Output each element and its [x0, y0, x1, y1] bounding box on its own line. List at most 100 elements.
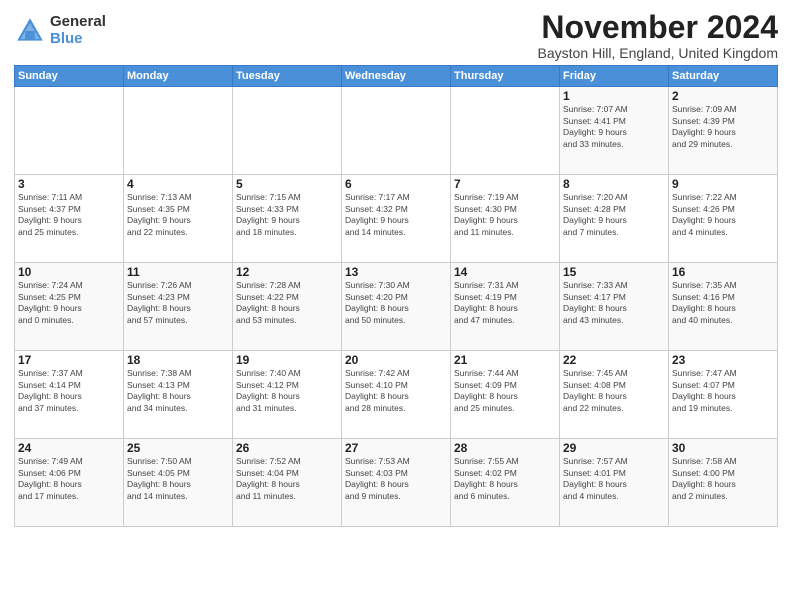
day-number: 4: [127, 177, 229, 191]
day-number: 9: [672, 177, 774, 191]
day-number: 23: [672, 353, 774, 367]
day-info: Sunrise: 7:20 AM Sunset: 4:28 PM Dayligh…: [563, 192, 665, 238]
day-number: 5: [236, 177, 338, 191]
day-number: 8: [563, 177, 665, 191]
calendar-cell: 20Sunrise: 7:42 AM Sunset: 4:10 PM Dayli…: [342, 351, 451, 439]
day-number: 25: [127, 441, 229, 455]
day-number: 18: [127, 353, 229, 367]
calendar-cell: 14Sunrise: 7:31 AM Sunset: 4:19 PM Dayli…: [451, 263, 560, 351]
day-number: 10: [18, 265, 120, 279]
day-info: Sunrise: 7:31 AM Sunset: 4:19 PM Dayligh…: [454, 280, 556, 326]
calendar-cell: [233, 87, 342, 175]
logo-blue-text: Blue: [50, 31, 106, 48]
calendar-cell: 13Sunrise: 7:30 AM Sunset: 4:20 PM Dayli…: [342, 263, 451, 351]
day-info: Sunrise: 7:30 AM Sunset: 4:20 PM Dayligh…: [345, 280, 447, 326]
day-number: 22: [563, 353, 665, 367]
day-info: Sunrise: 7:22 AM Sunset: 4:26 PM Dayligh…: [672, 192, 774, 238]
day-info: Sunrise: 7:26 AM Sunset: 4:23 PM Dayligh…: [127, 280, 229, 326]
col-thursday: Thursday: [451, 66, 560, 87]
day-number: 21: [454, 353, 556, 367]
calendar-cell: 5Sunrise: 7:15 AM Sunset: 4:33 PM Daylig…: [233, 175, 342, 263]
calendar-cell: 15Sunrise: 7:33 AM Sunset: 4:17 PM Dayli…: [560, 263, 669, 351]
day-info: Sunrise: 7:24 AM Sunset: 4:25 PM Dayligh…: [18, 280, 120, 326]
logo-general-text: General: [50, 14, 106, 31]
calendar-cell: 17Sunrise: 7:37 AM Sunset: 4:14 PM Dayli…: [15, 351, 124, 439]
calendar-cell: 26Sunrise: 7:52 AM Sunset: 4:04 PM Dayli…: [233, 439, 342, 527]
day-number: 16: [672, 265, 774, 279]
calendar-cell: [15, 87, 124, 175]
calendar-week-3: 10Sunrise: 7:24 AM Sunset: 4:25 PM Dayli…: [15, 263, 778, 351]
day-info: Sunrise: 7:53 AM Sunset: 4:03 PM Dayligh…: [345, 456, 447, 502]
calendar-cell: 28Sunrise: 7:55 AM Sunset: 4:02 PM Dayli…: [451, 439, 560, 527]
day-number: 2: [672, 89, 774, 103]
day-number: 24: [18, 441, 120, 455]
logo-icon: [14, 15, 46, 47]
calendar-cell: 2Sunrise: 7:09 AM Sunset: 4:39 PM Daylig…: [669, 87, 778, 175]
calendar-cell: 6Sunrise: 7:17 AM Sunset: 4:32 PM Daylig…: [342, 175, 451, 263]
day-info: Sunrise: 7:42 AM Sunset: 4:10 PM Dayligh…: [345, 368, 447, 414]
page: General Blue November 2024 Bayston Hill,…: [0, 0, 792, 612]
day-info: Sunrise: 7:50 AM Sunset: 4:05 PM Dayligh…: [127, 456, 229, 502]
day-info: Sunrise: 7:38 AM Sunset: 4:13 PM Dayligh…: [127, 368, 229, 414]
header: General Blue November 2024 Bayston Hill,…: [14, 10, 778, 61]
calendar-cell: [342, 87, 451, 175]
day-info: Sunrise: 7:55 AM Sunset: 4:02 PM Dayligh…: [454, 456, 556, 502]
calendar-cell: [124, 87, 233, 175]
day-number: 17: [18, 353, 120, 367]
day-info: Sunrise: 7:19 AM Sunset: 4:30 PM Dayligh…: [454, 192, 556, 238]
calendar-table: Sunday Monday Tuesday Wednesday Thursday…: [14, 65, 778, 527]
day-number: 15: [563, 265, 665, 279]
calendar-week-1: 1Sunrise: 7:07 AM Sunset: 4:41 PM Daylig…: [15, 87, 778, 175]
calendar-week-5: 24Sunrise: 7:49 AM Sunset: 4:06 PM Dayli…: [15, 439, 778, 527]
calendar-cell: 30Sunrise: 7:58 AM Sunset: 4:00 PM Dayli…: [669, 439, 778, 527]
col-tuesday: Tuesday: [233, 66, 342, 87]
day-number: 30: [672, 441, 774, 455]
calendar-cell: 10Sunrise: 7:24 AM Sunset: 4:25 PM Dayli…: [15, 263, 124, 351]
day-info: Sunrise: 7:58 AM Sunset: 4:00 PM Dayligh…: [672, 456, 774, 502]
logo-text: General Blue: [50, 14, 106, 47]
day-info: Sunrise: 7:33 AM Sunset: 4:17 PM Dayligh…: [563, 280, 665, 326]
calendar-cell: 11Sunrise: 7:26 AM Sunset: 4:23 PM Dayli…: [124, 263, 233, 351]
day-info: Sunrise: 7:44 AM Sunset: 4:09 PM Dayligh…: [454, 368, 556, 414]
day-info: Sunrise: 7:45 AM Sunset: 4:08 PM Dayligh…: [563, 368, 665, 414]
calendar-cell: 9Sunrise: 7:22 AM Sunset: 4:26 PM Daylig…: [669, 175, 778, 263]
day-info: Sunrise: 7:57 AM Sunset: 4:01 PM Dayligh…: [563, 456, 665, 502]
day-info: Sunrise: 7:35 AM Sunset: 4:16 PM Dayligh…: [672, 280, 774, 326]
calendar-header: Sunday Monday Tuesday Wednesday Thursday…: [15, 66, 778, 87]
day-number: 13: [345, 265, 447, 279]
day-number: 27: [345, 441, 447, 455]
day-number: 20: [345, 353, 447, 367]
day-info: Sunrise: 7:11 AM Sunset: 4:37 PM Dayligh…: [18, 192, 120, 238]
calendar-cell: 29Sunrise: 7:57 AM Sunset: 4:01 PM Dayli…: [560, 439, 669, 527]
month-title: November 2024: [538, 10, 778, 45]
logo: General Blue: [14, 14, 106, 47]
calendar-cell: 4Sunrise: 7:13 AM Sunset: 4:35 PM Daylig…: [124, 175, 233, 263]
day-info: Sunrise: 7:07 AM Sunset: 4:41 PM Dayligh…: [563, 104, 665, 150]
calendar-cell: 8Sunrise: 7:20 AM Sunset: 4:28 PM Daylig…: [560, 175, 669, 263]
day-number: 14: [454, 265, 556, 279]
calendar-cell: 19Sunrise: 7:40 AM Sunset: 4:12 PM Dayli…: [233, 351, 342, 439]
calendar-cell: [451, 87, 560, 175]
col-sunday: Sunday: [15, 66, 124, 87]
calendar-cell: 24Sunrise: 7:49 AM Sunset: 4:06 PM Dayli…: [15, 439, 124, 527]
calendar-cell: 12Sunrise: 7:28 AM Sunset: 4:22 PM Dayli…: [233, 263, 342, 351]
calendar-cell: 23Sunrise: 7:47 AM Sunset: 4:07 PM Dayli…: [669, 351, 778, 439]
day-number: 7: [454, 177, 556, 191]
day-info: Sunrise: 7:49 AM Sunset: 4:06 PM Dayligh…: [18, 456, 120, 502]
day-info: Sunrise: 7:17 AM Sunset: 4:32 PM Dayligh…: [345, 192, 447, 238]
header-row: Sunday Monday Tuesday Wednesday Thursday…: [15, 66, 778, 87]
day-number: 26: [236, 441, 338, 455]
day-info: Sunrise: 7:40 AM Sunset: 4:12 PM Dayligh…: [236, 368, 338, 414]
calendar-cell: 3Sunrise: 7:11 AM Sunset: 4:37 PM Daylig…: [15, 175, 124, 263]
day-info: Sunrise: 7:13 AM Sunset: 4:35 PM Dayligh…: [127, 192, 229, 238]
day-number: 1: [563, 89, 665, 103]
calendar-cell: 7Sunrise: 7:19 AM Sunset: 4:30 PM Daylig…: [451, 175, 560, 263]
calendar-week-4: 17Sunrise: 7:37 AM Sunset: 4:14 PM Dayli…: [15, 351, 778, 439]
day-info: Sunrise: 7:09 AM Sunset: 4:39 PM Dayligh…: [672, 104, 774, 150]
day-number: 28: [454, 441, 556, 455]
calendar-cell: 27Sunrise: 7:53 AM Sunset: 4:03 PM Dayli…: [342, 439, 451, 527]
day-number: 19: [236, 353, 338, 367]
calendar-cell: 16Sunrise: 7:35 AM Sunset: 4:16 PM Dayli…: [669, 263, 778, 351]
day-number: 3: [18, 177, 120, 191]
day-number: 29: [563, 441, 665, 455]
